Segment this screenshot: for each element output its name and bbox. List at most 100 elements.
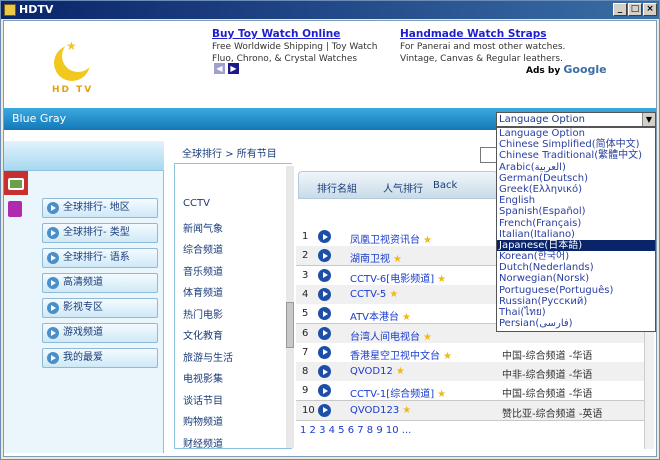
language-option[interactable]: Greek(Ελληνικό) <box>497 184 655 195</box>
ad-prev-icon[interactable]: ◀ <box>214 63 225 74</box>
language-option[interactable]: Italian(Italiano) <box>497 229 655 240</box>
nav-button[interactable]: 全球排行- 类型 <box>42 223 158 243</box>
language-option[interactable]: Chinese Traditional(繁體中文) <box>497 150 655 161</box>
language-dropdown-list[interactable]: Language Option Chinese Simplified(简体中文) C… <box>496 127 656 332</box>
language-option[interactable]: Korean(한국어) <box>497 251 655 262</box>
app-icon <box>4 4 16 16</box>
language-option[interactable]: Norwegian(Norsk) <box>497 273 655 284</box>
row-number: 6 <box>302 327 309 339</box>
category-item[interactable]: 文化教育 <box>183 327 223 342</box>
ads-by-google[interactable]: Ads by Google <box>526 63 607 76</box>
language-option[interactable]: Dutch(Nederlands) <box>497 262 655 273</box>
language-option[interactable]: German(Deutsch) <box>497 173 655 184</box>
nav-button[interactable]: 高清频道 <box>42 273 158 293</box>
channel-name[interactable]: ATV本港台 ★ <box>350 308 411 323</box>
theme-label[interactable]: Blue Gray <box>12 112 66 125</box>
ad-block-2[interactable]: Handmade Watch Straps For Panerai and mo… <box>400 27 590 65</box>
minimize-button[interactable]: _ <box>613 3 627 16</box>
nav-button-label: 影视专区 <box>63 302 103 313</box>
star-icon[interactable]: ★ <box>437 274 446 285</box>
play-icon[interactable] <box>318 326 331 340</box>
channel-name[interactable]: QVOD12 ★ <box>350 366 405 377</box>
language-option[interactable]: Japanese(日本語) <box>497 239 655 252</box>
close-button[interactable]: × <box>643 3 657 16</box>
category-scrollbar[interactable] <box>286 166 294 448</box>
category-item[interactable]: 购物频道 <box>183 413 223 428</box>
channel-name[interactable]: CCTV-1[综合频道] ★ <box>350 385 446 400</box>
scroll-thumb[interactable] <box>286 302 294 348</box>
language-option[interactable]: Arabic(العربية) <box>497 162 655 173</box>
language-option[interactable]: Persian(فارسی) <box>497 318 655 329</box>
play-icon[interactable] <box>318 287 331 301</box>
window-title: HDTV <box>19 3 54 16</box>
play-icon[interactable] <box>318 268 331 282</box>
channel-name[interactable]: QVOD123 ★ <box>350 405 411 416</box>
chevron-down-icon[interactable]: ▼ <box>642 113 655 126</box>
nav-button[interactable]: 影视专区 <box>42 298 158 318</box>
ad-next-icon[interactable]: ▶ <box>228 63 239 74</box>
channel-desc: 赞比亚-综合频道 -英语 <box>502 408 603 420</box>
nav-button[interactable]: 全球排行- 语系 <box>42 248 158 268</box>
table-row[interactable]: 7 香港星空卫视中文台 ★ 中国-综合频道 -华语 <box>296 342 644 363</box>
channel-name[interactable]: 台湾人间电视台 ★ <box>350 328 432 343</box>
table-row[interactable]: 9 CCTV-1[综合频道] ★ 中国-综合频道 -华语 <box>296 381 644 402</box>
tv-icon[interactable] <box>4 171 28 195</box>
category-item[interactable]: 体育频道 <box>183 284 223 299</box>
category-item[interactable]: 音乐频道 <box>183 263 223 278</box>
language-option[interactable]: Language Option <box>497 128 655 139</box>
star-icon[interactable]: ★ <box>402 405 411 416</box>
language-option[interactable]: French(Français) <box>497 218 655 229</box>
play-icon[interactable] <box>318 345 331 359</box>
play-icon[interactable] <box>318 307 331 321</box>
table-row[interactable]: 10 QVOD123 ★ 赞比亚-综合频道 -英语 <box>296 400 644 421</box>
language-option[interactable]: Portuguese(Português) <box>497 285 655 296</box>
channel-name[interactable]: 凤凰卫视资讯台 ★ <box>350 231 432 246</box>
tab-rank[interactable]: 排行名組 <box>317 180 357 195</box>
category-item[interactable]: CCTV <box>183 198 210 209</box>
star-icon[interactable]: ★ <box>437 389 446 400</box>
star-icon[interactable]: ★ <box>393 254 402 265</box>
category-item[interactable]: 新闻气象 <box>183 220 223 235</box>
nav-button[interactable]: 游戏频道 <box>42 323 158 343</box>
category-item[interactable]: 旅游与生活 <box>183 349 233 364</box>
ad-block-1[interactable]: Buy Toy Watch Online Free Worldwide Ship… <box>212 27 392 65</box>
table-row[interactable]: 8 QVOD12 ★ 中非-综合频道 -华语 <box>296 362 644 383</box>
back-link[interactable]: Back <box>433 180 457 191</box>
category-item[interactable]: 热门电影 <box>183 306 223 321</box>
tab-popular[interactable]: 人气排行 <box>383 180 423 195</box>
language-select[interactable]: Language Option ▼ <box>496 112 656 127</box>
pagination[interactable]: 1 2 3 4 5 6 7 8 9 10 ... <box>300 425 411 436</box>
ad-link-1[interactable]: Buy Toy Watch Online <box>212 27 392 41</box>
star-icon[interactable]: ★ <box>423 332 432 343</box>
row-number: 1 <box>302 231 309 242</box>
play-icon[interactable] <box>318 403 331 417</box>
category-item[interactable]: 财经频道 <box>183 435 223 449</box>
channel-name[interactable]: CCTV-5 ★ <box>350 289 398 300</box>
language-option[interactable]: Chinese Simplified(简体中文) <box>497 139 655 150</box>
channel-name[interactable]: 湖南卫视 ★ <box>350 250 402 265</box>
channel-name[interactable]: CCTV-6[电影频道] ★ <box>350 270 446 285</box>
category-item[interactable]: 谈话节目 <box>183 392 223 407</box>
play-icon[interactable] <box>318 384 331 398</box>
maximize-button[interactable]: □ <box>628 3 642 16</box>
category-item[interactable]: 电视影集 <box>183 370 223 385</box>
channel-name[interactable]: 香港星空卫视中文台 ★ <box>350 347 452 362</box>
nav-button[interactable]: 全球排行- 地区 <box>42 198 158 218</box>
language-option[interactable]: Thai(ไทย) <box>497 307 655 318</box>
play-icon[interactable] <box>318 230 331 243</box>
nav-button[interactable]: 我的最爱 <box>42 348 158 368</box>
star-icon[interactable]: ★ <box>389 289 398 300</box>
language-option[interactable]: Spanish(Español) <box>497 206 655 217</box>
language-option[interactable]: Russian(Русский) <box>497 296 655 307</box>
star-icon[interactable]: ★ <box>396 366 405 377</box>
play-icon[interactable] <box>318 365 331 379</box>
play-icon[interactable] <box>318 249 331 263</box>
star-icon[interactable]: ★ <box>443 351 452 362</box>
category-item[interactable]: 综合频道 <box>183 241 223 256</box>
star-icon[interactable]: ★ <box>423 235 432 246</box>
star-icon[interactable]: ★ <box>402 312 411 323</box>
language-option[interactable]: English <box>497 195 655 206</box>
title-bar[interactable]: HDTV _ □ × <box>1 1 659 19</box>
ad-link-2[interactable]: Handmade Watch Straps <box>400 27 590 41</box>
film-icon[interactable] <box>4 199 28 223</box>
